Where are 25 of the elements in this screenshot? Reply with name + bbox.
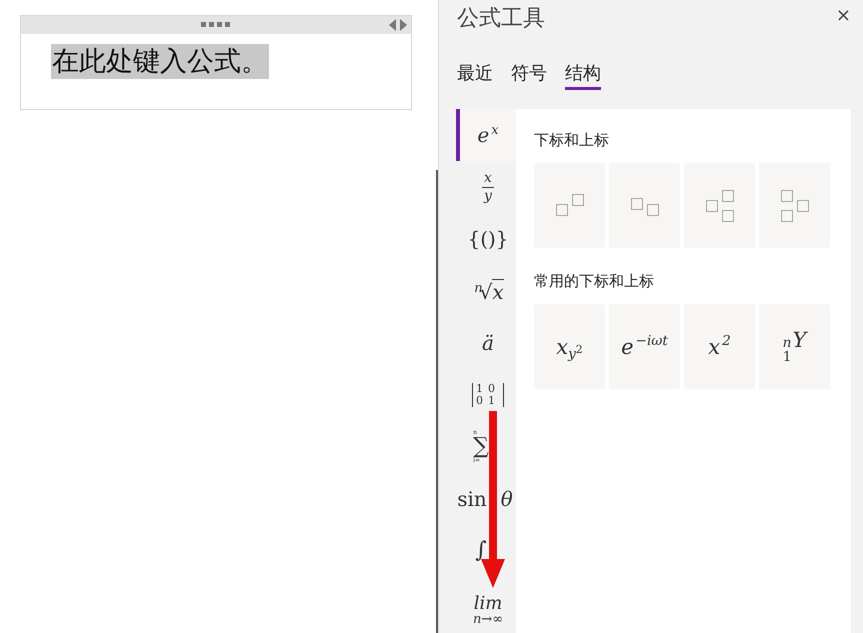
- close-button[interactable]: ×: [832, 3, 855, 28]
- sidebar-item[interactable]: ∫: [456, 525, 516, 577]
- panel-title: 公式工具: [457, 5, 545, 33]
- equation-box[interactable]: 在此处键入公式。: [20, 15, 412, 110]
- formula: sin θ: [457, 487, 513, 511]
- equation-placeholder: 在此处键入公式。: [51, 44, 269, 79]
- sidebar-item[interactable]: lim n→∞: [456, 577, 516, 629]
- sidebar-item[interactable]: x y: [456, 161, 516, 213]
- tab[interactable]: 结构: [565, 61, 601, 90]
- sidebar-item[interactable]: 1 0 0 1: [456, 369, 516, 421]
- formula: lim n→∞: [472, 592, 504, 626]
- formula: ∫: [475, 540, 487, 562]
- tab[interactable]: 符号: [511, 61, 547, 90]
- formula: n 1 Y: [782, 328, 806, 365]
- sidebar-item[interactable]: {()}: [456, 213, 516, 265]
- sidebar-item[interactable]: ä: [456, 317, 516, 369]
- formula: ä: [482, 331, 494, 355]
- formula: {()}: [467, 227, 509, 251]
- structure-tile[interactable]: n 1 Y: [759, 304, 830, 389]
- section-heading: 常用的下标和上标: [534, 272, 655, 291]
- formula: 1 0 0 1: [472, 382, 504, 408]
- section-heading: 下标和上标: [534, 131, 610, 150]
- formula: x y: [482, 170, 494, 204]
- tab[interactable]: 最近: [457, 61, 493, 90]
- sidebar-item[interactable]: sin θ: [456, 473, 516, 525]
